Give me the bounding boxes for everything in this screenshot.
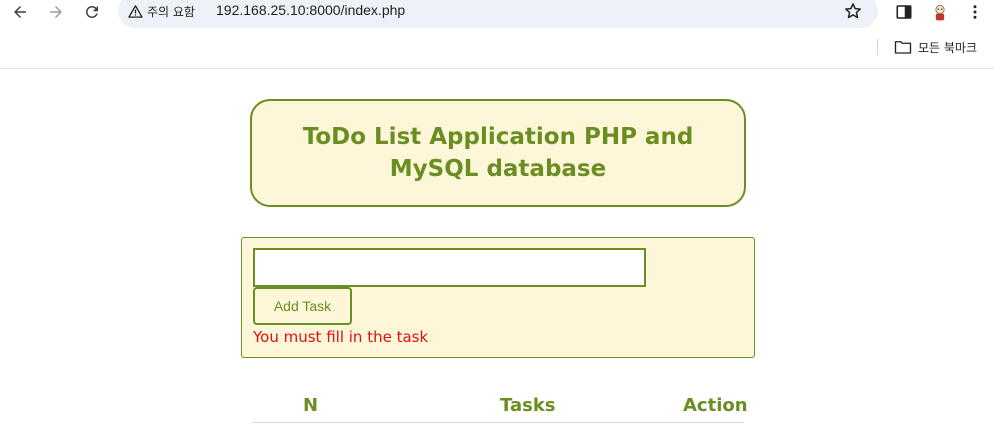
page-title: ToDo List Application PHP and MySQL data… — [302, 124, 694, 182]
bookmarks-separator — [877, 39, 878, 55]
profile-button[interactable] — [929, 1, 951, 23]
warning-icon — [128, 5, 143, 18]
reload-button[interactable] — [78, 0, 106, 24]
more-menu-button[interactable] — [964, 1, 986, 23]
folder-icon — [894, 41, 912, 54]
column-header-action: Action — [683, 395, 748, 416]
side-panel-icon — [896, 5, 912, 19]
reload-icon — [85, 5, 98, 18]
url-text[interactable]: 192.168.25.10:8000/index.php — [216, 2, 405, 18]
back-button[interactable] — [6, 0, 34, 24]
forward-arrow-icon — [50, 6, 62, 18]
all-bookmarks-folder[interactable]: 모든 북마크 — [894, 39, 977, 56]
error-message: You must fill in the task — [253, 328, 429, 346]
bookmarks-folder-label: 모든 북마크 — [918, 40, 978, 55]
side-panel-button[interactable] — [893, 1, 915, 23]
site-security-chip[interactable]: 주의 요함 — [128, 3, 195, 20]
back-arrow-icon — [14, 6, 26, 18]
add-task-form: Add Task You must fill in the task — [241, 237, 755, 358]
profile-avatar-icon — [935, 4, 945, 21]
star-icon[interactable] — [843, 1, 863, 21]
page-header: ToDo List Application PHP and MySQL data… — [250, 99, 746, 207]
bookmarks-bar: 모든 북마크 — [877, 38, 977, 56]
more-menu-icon — [973, 5, 977, 19]
tasks-table-header: N Tasks Action — [252, 393, 748, 423]
add-task-button[interactable]: Add Task — [253, 287, 352, 325]
column-header-tasks: Tasks — [500, 395, 556, 416]
task-input[interactable] — [253, 248, 646, 287]
browser-toolbar: 주의 요함 192.168.25.10:8000/index.php 모든 북마… — [0, 0, 994, 69]
security-label: 주의 요함 — [147, 5, 195, 19]
column-header-number: N — [303, 395, 319, 416]
forward-button[interactable] — [42, 0, 70, 24]
